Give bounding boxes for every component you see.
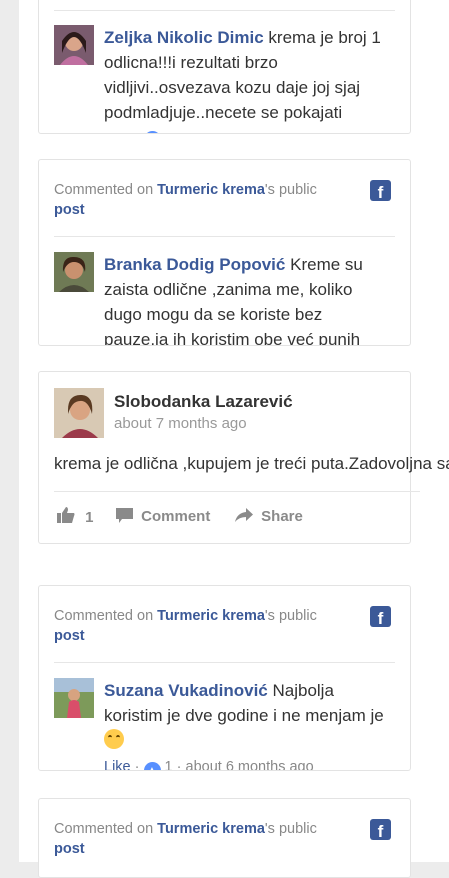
comment-text: Zeljka Nikolic Dimic krema je broj 1 odl… xyxy=(104,25,390,133)
separator xyxy=(54,236,395,237)
public-suffix: 's public xyxy=(264,821,317,837)
public-suffix: 's public xyxy=(264,182,317,198)
review-text: krema je odlična ,kupujem je treći puta.… xyxy=(54,454,449,473)
share-label: Share xyxy=(261,508,303,525)
review-card-slobodanka: Slobodanka Lazarević about 7 months ago … xyxy=(38,371,449,544)
avatar[interactable] xyxy=(54,252,94,292)
comment-meta: Like · ▲ 1 · about 6 months ago xyxy=(104,759,314,771)
like-link[interactable]: Like xyxy=(104,759,131,770)
like-action[interactable]: 1 xyxy=(57,507,94,528)
avatar[interactable] xyxy=(54,388,104,438)
like-count: 1 xyxy=(164,759,173,771)
smile-emoji-icon xyxy=(104,729,124,749)
comment-card-suzana: Commented on Turmeric krema's public pos… xyxy=(38,585,411,771)
share-action[interactable]: Share xyxy=(235,507,303,527)
comment-action[interactable]: Comment xyxy=(116,507,210,527)
comment-text: Suzana Vukadinović Najbolja koristim je … xyxy=(104,678,390,771)
author-name[interactable]: Slobodanka Lazarević xyxy=(114,392,293,412)
comment-card-zeljka: Zeljka Nikolic Dimic krema je broj 1 odl… xyxy=(38,0,411,134)
comment-text: Branka Dodig Popović Kreme su zaista odl… xyxy=(104,252,390,345)
post-link[interactable]: Turmeric krema xyxy=(157,182,265,198)
post-word-link[interactable]: post xyxy=(54,841,85,857)
separator xyxy=(54,491,420,492)
commented-on-label: Commented on xyxy=(54,821,154,837)
share-icon xyxy=(235,508,253,522)
post-word-link[interactable]: post xyxy=(54,202,85,218)
comment-icon xyxy=(116,508,133,523)
timestamp: about 6 months ago xyxy=(185,759,314,771)
commented-on-label: Commented on xyxy=(54,608,154,624)
thumbs-up-icon xyxy=(57,507,75,523)
avatar[interactable] xyxy=(54,678,94,718)
comment-author-link[interactable]: Zeljka Nikolic Dimic xyxy=(104,28,264,47)
timestamp: about 7 months ago xyxy=(114,415,247,432)
public-suffix: 's public xyxy=(264,608,317,624)
comment-author-link[interactable]: Suzana Vukadinović xyxy=(104,681,268,700)
facebook-icon[interactable]: f xyxy=(370,180,391,201)
facebook-icon[interactable]: f xyxy=(370,819,391,840)
comment-card-branka: Commented on Turmeric krema's public pos… xyxy=(38,159,411,346)
post-link[interactable]: Turmeric krema xyxy=(157,608,265,624)
comment-label: Comment xyxy=(141,508,211,525)
card-header: Commented on Turmeric krema's public pos… xyxy=(54,606,392,646)
separator xyxy=(54,662,395,663)
card-header: Commented on Turmeric krema's public pos… xyxy=(54,180,392,220)
post-word-link[interactable]: post xyxy=(54,628,85,644)
like-count: 1 xyxy=(85,509,94,526)
like-badge-icon: ▲ xyxy=(143,762,161,770)
commented-on-label: Commented on xyxy=(54,182,154,198)
separator xyxy=(54,10,395,11)
card-header: Commented on Turmeric krema's public pos… xyxy=(54,819,392,859)
comment-author-link[interactable]: Branka Dodig Popović xyxy=(104,255,285,274)
post-link[interactable]: Turmeric krema xyxy=(157,821,265,837)
facebook-icon[interactable]: f xyxy=(370,606,391,627)
avatar[interactable] xyxy=(54,25,94,65)
comment-card-bottom: Commented on Turmeric krema's public pos… xyxy=(38,798,411,878)
